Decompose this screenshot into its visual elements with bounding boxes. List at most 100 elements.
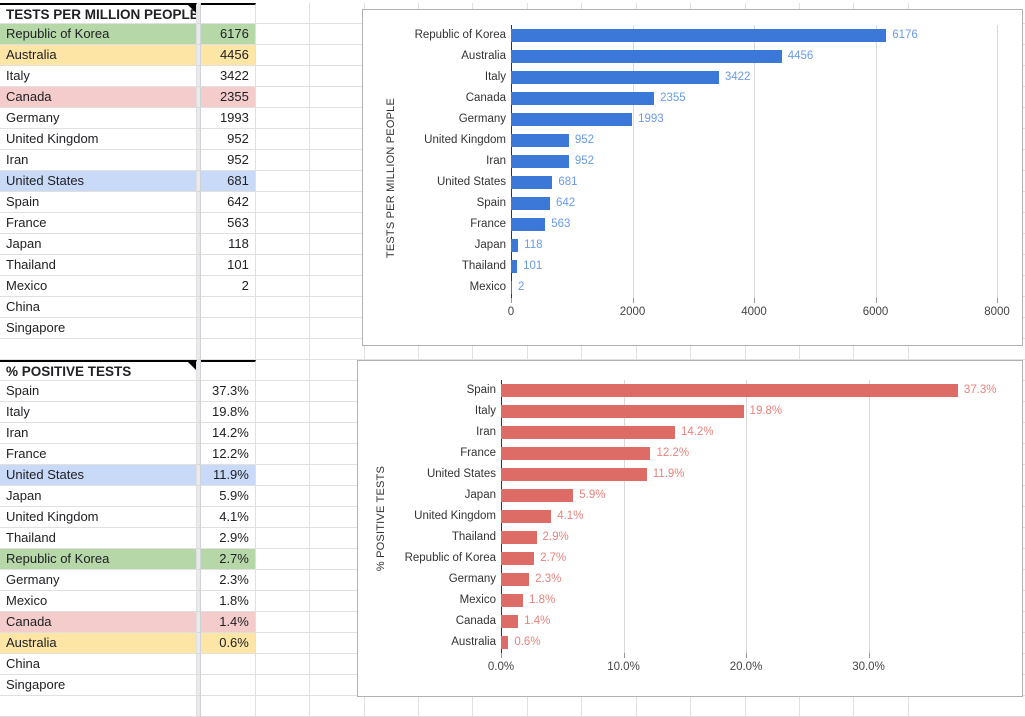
country-name-cell[interactable]: Republic of Korea [0, 24, 197, 45]
empty-cell[interactable] [255, 66, 311, 87]
chart-bar[interactable] [501, 489, 574, 502]
empty-cell[interactable] [255, 444, 311, 465]
country-name-cell[interactable]: Singapore [0, 318, 197, 339]
country-value-cell[interactable]: 0.6% [201, 633, 256, 654]
chart-bar[interactable] [501, 552, 535, 565]
country-name-cell[interactable]: Canada [0, 87, 197, 108]
country-name-cell[interactable]: United Kingdom [0, 507, 197, 528]
empty-cell[interactable] [255, 528, 311, 549]
empty-cell[interactable] [255, 45, 311, 66]
country-name-cell[interactable]: Spain [0, 192, 197, 213]
chart-bar[interactable] [511, 197, 550, 210]
country-name-cell[interactable]: Italy [0, 66, 197, 87]
empty-cell[interactable] [255, 465, 311, 486]
table2-title-cell[interactable]: % POSITIVE TESTS [0, 360, 197, 381]
empty-cell[interactable] [255, 612, 311, 633]
country-value-cell[interactable]: 1.8% [201, 591, 256, 612]
empty-cell[interactable] [255, 675, 311, 696]
empty-cell[interactable] [310, 45, 365, 66]
empty-cell[interactable] [255, 129, 311, 150]
chart-bar[interactable] [511, 155, 569, 168]
empty-cell[interactable] [255, 192, 311, 213]
country-name-cell[interactable]: Mexico [0, 591, 197, 612]
chart-bar[interactable] [501, 636, 509, 649]
empty-cell[interactable] [310, 87, 365, 108]
country-name-cell[interactable]: Canada [0, 612, 197, 633]
country-value-cell[interactable]: 14.2% [201, 423, 256, 444]
country-value-cell[interactable]: 2.9% [201, 528, 256, 549]
country-value-cell[interactable]: 4.1% [201, 507, 256, 528]
empty-cell[interactable] [310, 339, 365, 360]
country-value-cell[interactable]: 19.8% [201, 402, 256, 423]
table1-header-value-cell[interactable] [201, 3, 256, 24]
country-name-cell[interactable]: United States [0, 171, 197, 192]
country-name-cell[interactable]: Spain [0, 381, 197, 402]
empty-cell[interactable] [310, 3, 365, 24]
country-value-cell[interactable]: 2 [201, 276, 256, 297]
chart-bar[interactable] [511, 71, 719, 84]
chart-bar[interactable] [511, 50, 782, 63]
empty-cell[interactable] [255, 423, 311, 444]
chart-bar[interactable] [501, 510, 552, 523]
empty-cell[interactable] [255, 171, 311, 192]
empty-cell[interactable] [255, 255, 311, 276]
country-value-cell[interactable]: 563 [201, 213, 256, 234]
country-name-cell[interactable]: Australia [0, 45, 197, 66]
country-value-cell[interactable]: 4456 [201, 45, 256, 66]
empty-cell[interactable] [255, 402, 311, 423]
country-value-cell[interactable] [201, 675, 256, 696]
chart-bar[interactable] [511, 134, 569, 147]
chart-bar[interactable] [501, 426, 675, 439]
chart-bar[interactable] [501, 405, 744, 418]
country-value-cell[interactable]: 2.7% [201, 549, 256, 570]
table2-header-value-cell[interactable] [201, 360, 256, 381]
empty-cell[interactable] [255, 108, 311, 129]
country-value-cell[interactable] [201, 297, 256, 318]
chart-bar[interactable] [501, 531, 537, 544]
chart-bar[interactable] [501, 594, 524, 607]
empty-cell[interactable] [255, 633, 311, 654]
empty-cell[interactable] [255, 360, 311, 381]
chart-bar[interactable] [501, 615, 519, 628]
empty-cell[interactable] [255, 549, 311, 570]
empty-cell[interactable] [255, 654, 311, 675]
empty-cell[interactable] [310, 192, 365, 213]
chart-bar[interactable] [501, 468, 647, 481]
country-name-cell[interactable]: Australia [0, 633, 197, 654]
empty-cell[interactable] [255, 24, 311, 45]
country-name-cell[interactable]: France [0, 213, 197, 234]
country-value-cell[interactable]: 118 [201, 234, 256, 255]
country-name-cell[interactable]: United Kingdom [0, 129, 197, 150]
empty-cell[interactable] [310, 171, 365, 192]
empty-cell[interactable] [310, 66, 365, 87]
country-value-cell[interactable]: 2.3% [201, 570, 256, 591]
country-value-cell[interactable]: 681 [201, 171, 256, 192]
empty-cell[interactable] [255, 507, 311, 528]
country-name-cell[interactable]: China [0, 297, 197, 318]
country-name-cell[interactable]: Thailand [0, 255, 197, 276]
empty-cell[interactable] [255, 591, 311, 612]
chart-bar[interactable] [511, 218, 546, 231]
country-value-cell[interactable]: 6176 [201, 24, 256, 45]
country-name-cell[interactable]: Iran [0, 423, 197, 444]
chart-bar[interactable] [511, 176, 553, 189]
country-name-cell[interactable]: United States [0, 465, 197, 486]
empty-cell[interactable] [310, 318, 365, 339]
country-value-cell[interactable]: 952 [201, 129, 256, 150]
country-value-cell[interactable]: 12.2% [201, 444, 256, 465]
empty-cell[interactable] [310, 150, 365, 171]
country-name-cell[interactable]: Thailand [0, 528, 197, 549]
empty-cell[interactable] [310, 297, 365, 318]
country-name-cell[interactable]: Singapore [0, 675, 197, 696]
country-value-cell[interactable]: 642 [201, 192, 256, 213]
table1-title-cell[interactable]: TESTS PER MILLION PEOPLE [0, 3, 197, 24]
chart-bar[interactable] [511, 239, 519, 252]
country-value-cell[interactable]: 5.9% [201, 486, 256, 507]
country-value-cell[interactable]: 101 [201, 255, 256, 276]
chart-bar[interactable] [511, 113, 633, 126]
filter-dropdown-icon[interactable] [187, 362, 196, 370]
empty-cell[interactable] [310, 24, 365, 45]
country-name-cell[interactable]: Germany [0, 108, 197, 129]
country-value-cell[interactable]: 952 [201, 150, 256, 171]
country-name-cell[interactable]: Mexico [0, 276, 197, 297]
